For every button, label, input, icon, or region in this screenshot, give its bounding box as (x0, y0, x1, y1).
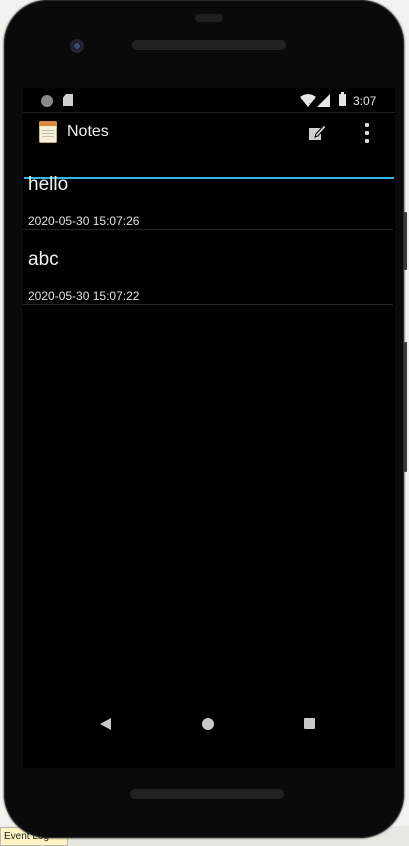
back-icon[interactable] (100, 718, 111, 730)
new-note-icon[interactable] (307, 122, 327, 142)
action-bar: Notes (23, 113, 395, 179)
volume-button[interactable] (404, 212, 407, 270)
navigation-bar (23, 708, 395, 748)
list-item[interactable]: hello 2020-05-30 15:07:26 (23, 154, 395, 230)
device-screen: x 3:07 Notes hello 2020-05-30 15:07:26 a… (23, 88, 395, 768)
list-divider (23, 304, 393, 305)
phone-frame: x 3:07 Notes hello 2020-05-30 15:07:26 a… (4, 0, 407, 838)
home-icon[interactable] (202, 718, 214, 730)
overflow-menu-icon[interactable] (359, 121, 375, 145)
note-date: 2020-05-30 15:07:26 (28, 214, 140, 228)
status-bar: x 3:07 (23, 88, 395, 113)
wifi-icon: x (300, 94, 316, 107)
earpiece-speaker (132, 40, 286, 50)
app-title: Notes (67, 123, 109, 140)
recents-icon[interactable] (304, 718, 315, 729)
bottom-speaker (130, 789, 284, 799)
notification-dot-icon (41, 95, 53, 107)
cell-signal-icon (317, 94, 330, 107)
note-title: hello (28, 174, 69, 195)
front-camera (70, 39, 84, 53)
battery-icon (339, 92, 346, 106)
top-sensor (195, 14, 223, 22)
notepad-icon[interactable] (39, 121, 57, 143)
list-item[interactable]: abc 2020-05-30 15:07:22 (23, 229, 395, 305)
status-time: 3:07 (353, 94, 377, 108)
svg-text:x: x (309, 102, 312, 107)
note-title: abc (28, 249, 59, 270)
note-date: 2020-05-30 15:07:22 (28, 289, 140, 303)
sd-card-icon (63, 94, 73, 106)
power-button[interactable] (404, 342, 407, 472)
